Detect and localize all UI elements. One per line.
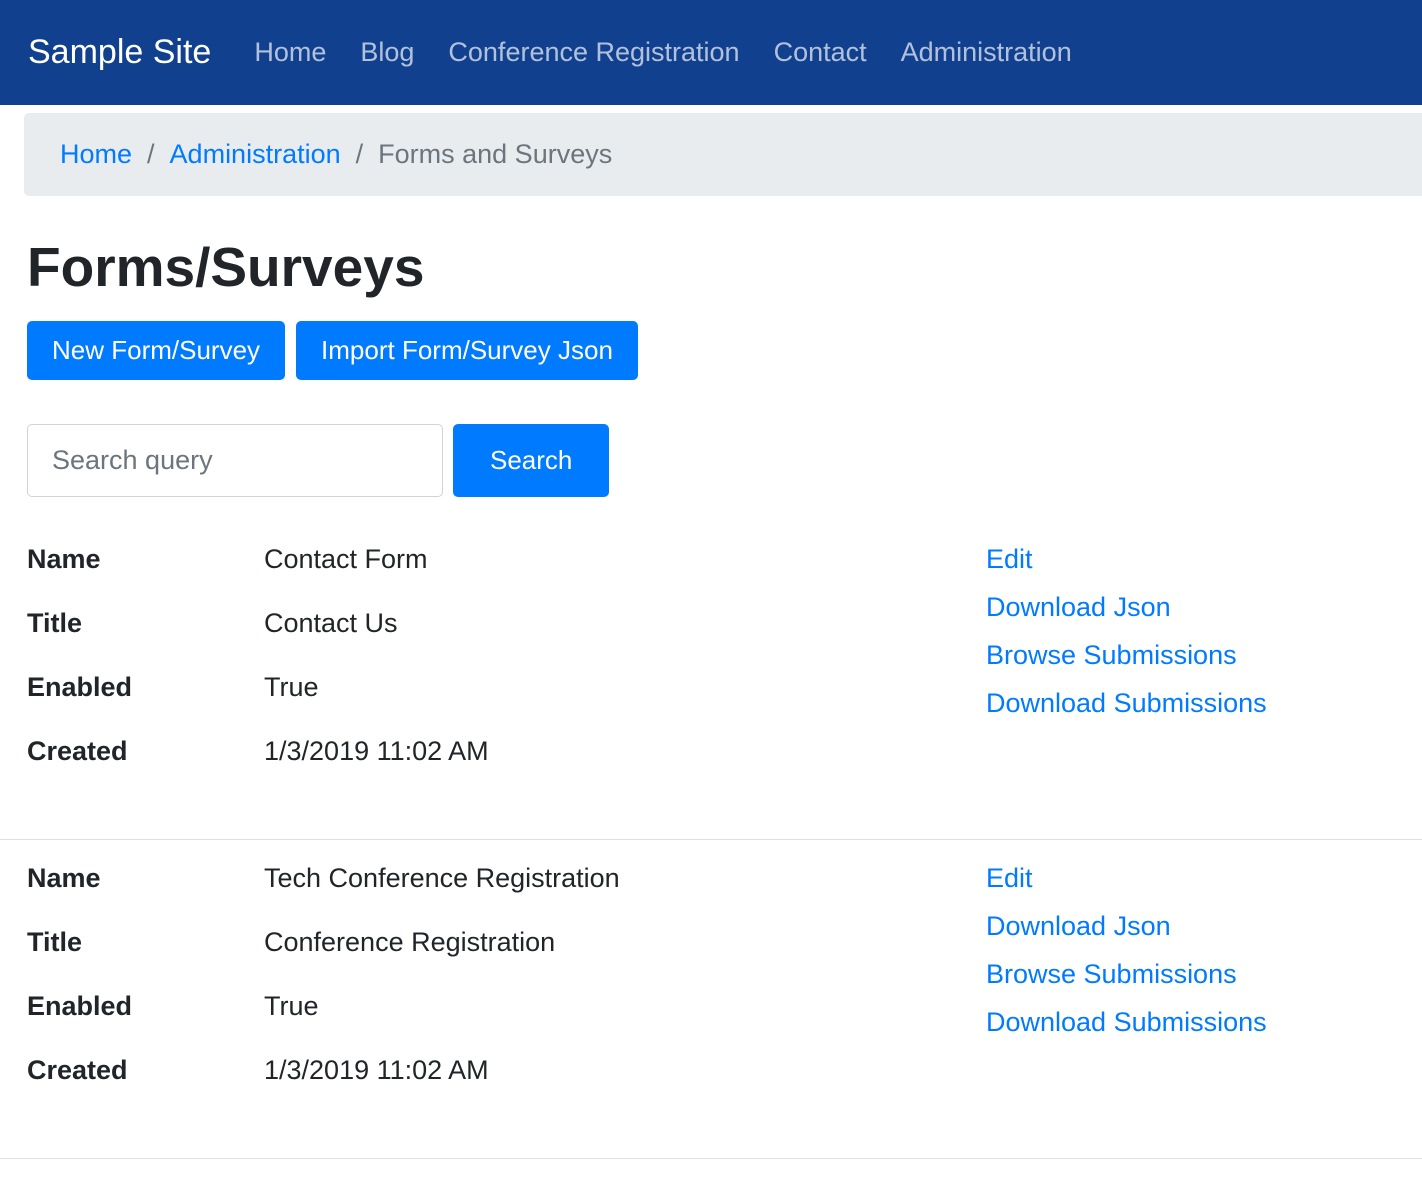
record-actions: Edit Download Json Browse Submissions Do… (986, 862, 1267, 1054)
field-row-enabled: Enabled True (27, 671, 986, 703)
field-row-created: Created 1/3/2019 11:02 AM (27, 735, 986, 767)
download-submissions-link[interactable]: Download Submissions (986, 1006, 1267, 1038)
new-form-survey-button[interactable]: New Form/Survey (27, 321, 286, 381)
page-title: Forms/Surveys (27, 236, 425, 298)
browse-submissions-link[interactable]: Browse Submissions (986, 958, 1267, 990)
field-row-name: Name Contact Form (27, 543, 986, 575)
nav-item-administration[interactable]: Administration (884, 37, 1089, 68)
search-input[interactable] (27, 424, 443, 498)
breadcrumb-current: Forms and Surveys (378, 139, 613, 169)
form-record: Name Tech Conference Registration Title … (27, 862, 1395, 1118)
field-row-title: Title Conference Registration (27, 926, 986, 958)
breadcrumb-home[interactable]: Home (60, 139, 132, 170)
import-form-survey-json-button[interactable]: Import Form/Survey Json (296, 321, 638, 381)
field-label: Enabled (27, 672, 133, 703)
record-fields: Name Tech Conference Registration Title … (27, 862, 986, 1118)
field-row-title: Title Contact Us (27, 607, 986, 639)
search-button[interactable]: Search (453, 424, 610, 498)
nav-item-conference-registration[interactable]: Conference Registration (431, 37, 756, 68)
edit-link[interactable]: Edit (986, 543, 1267, 575)
field-label: Enabled (27, 991, 133, 1022)
search-bar: Search (27, 424, 1395, 498)
nav-item-contact[interactable]: Contact (757, 37, 884, 68)
download-json-link[interactable]: Download Json (986, 591, 1267, 623)
form-record: Name Contact Form Title Contact Us Enabl… (27, 543, 1395, 799)
field-label: Created (27, 736, 128, 767)
field-label: Name (27, 863, 101, 894)
field-label: Title (27, 927, 83, 958)
field-label: Title (27, 608, 83, 639)
breadcrumb-administration[interactable]: Administration (170, 139, 341, 170)
field-row-enabled: Enabled True (27, 990, 986, 1022)
field-value: True (264, 991, 319, 1022)
nav-item-blog[interactable]: Blog (343, 37, 431, 68)
record-divider (0, 1158, 1422, 1160)
field-value: Tech Conference Registration (264, 863, 620, 894)
nav-item-home[interactable]: Home (237, 37, 343, 68)
records-list: Name Contact Form Title Contact Us Enabl… (0, 543, 1422, 1160)
brand-link[interactable]: Sample Site (28, 33, 211, 72)
download-submissions-link[interactable]: Download Submissions (986, 687, 1267, 719)
record-actions: Edit Download Json Browse Submissions Do… (986, 543, 1267, 735)
field-value: 1/3/2019 11:02 AM (264, 736, 489, 767)
field-value: True (264, 672, 319, 703)
field-label: Name (27, 544, 101, 575)
field-value: Contact Us (264, 608, 398, 639)
field-value: Conference Registration (264, 927, 556, 958)
field-label: Created (27, 1055, 128, 1086)
download-json-link[interactable]: Download Json (986, 910, 1267, 942)
field-row-created: Created 1/3/2019 11:02 AM (27, 1054, 986, 1086)
record-fields: Name Contact Form Title Contact Us Enabl… (27, 543, 986, 799)
toolbar: New Form/Survey Import Form/Survey Json (27, 321, 1395, 381)
top-navbar: Sample Site Home Blog Conference Registr… (0, 0, 1422, 105)
breadcrumb-separator: / (355, 139, 364, 169)
browse-submissions-link[interactable]: Browse Submissions (986, 639, 1267, 671)
breadcrumb-separator: / (147, 139, 155, 169)
field-value: Contact Form (264, 544, 428, 575)
field-value: 1/3/2019 11:02 AM (264, 1055, 489, 1086)
record-divider (0, 839, 1422, 841)
edit-link[interactable]: Edit (986, 862, 1267, 894)
breadcrumb: Home / Administration / Forms and Survey… (24, 113, 1422, 196)
field-row-name: Name Tech Conference Registration (27, 862, 986, 894)
main-content: Forms/Surveys New Form/Survey Import For… (0, 236, 1422, 1160)
nav-links: Home Blog Conference Registration Contac… (237, 37, 1088, 68)
